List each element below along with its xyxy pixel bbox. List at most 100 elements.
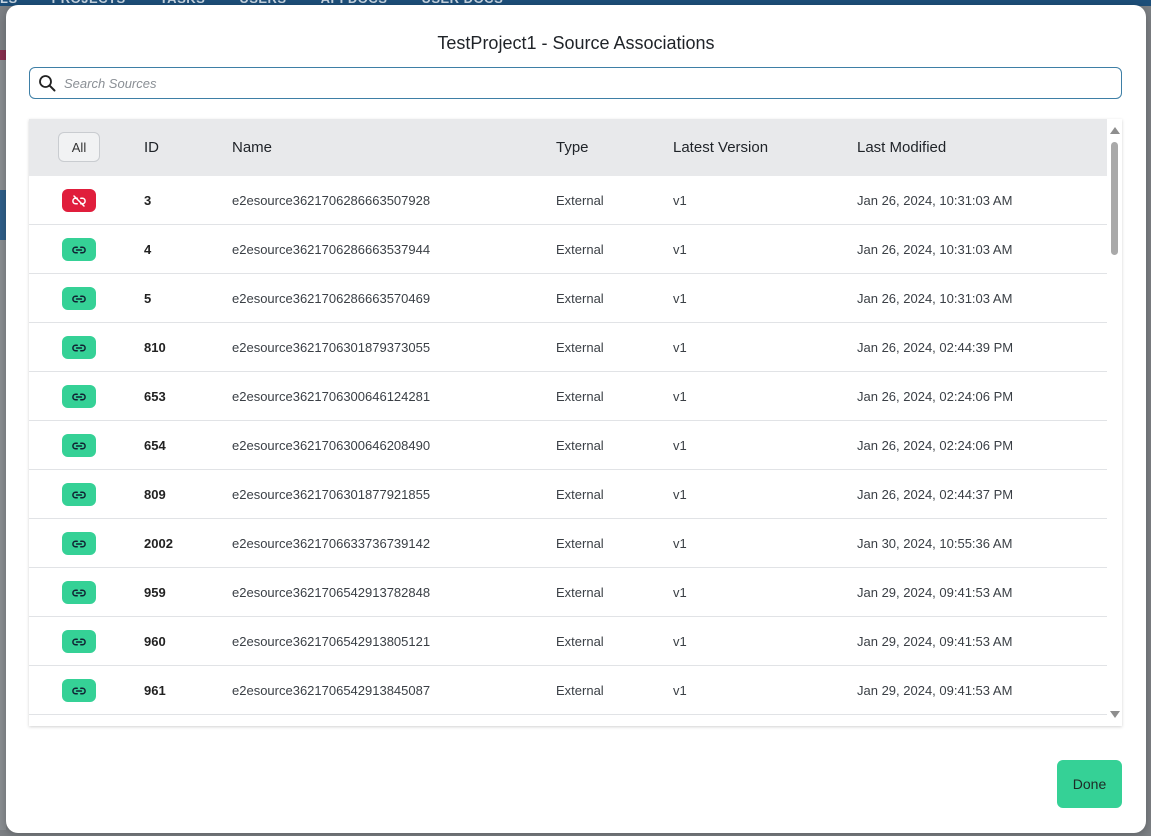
table-row: 809 e2esource3621706301877921855 External v… (29, 470, 1107, 519)
search-input[interactable] (64, 69, 1121, 97)
cell-type: External (556, 634, 604, 649)
link-icon (71, 342, 87, 354)
cell-type: External (556, 291, 604, 306)
link-icon (71, 538, 87, 550)
scroll-up-arrow-icon[interactable] (1110, 127, 1120, 134)
disassociate-source-button[interactable] (62, 287, 96, 310)
cell-id: 809 (144, 487, 166, 502)
cell-type: External (556, 585, 604, 600)
cell-name: e2esource3621706286663537944 (232, 242, 431, 257)
table-row: 3 e2esource3621706286663507928 External v1 J… (29, 176, 1107, 225)
cell-last-modified: Jan 26, 2024, 02:24:06 PM (857, 389, 1014, 404)
cell-last-modified: Jan 26, 2024, 02:24:06 PM (857, 438, 1014, 453)
scroll-thumb[interactable] (1111, 142, 1118, 255)
cell-name: e2esource3621706301877921855 (232, 487, 431, 502)
cell-type: External (556, 340, 604, 355)
cell-last-modified: Jan 30, 2024, 10:55:36 AM (857, 536, 1013, 551)
cell-latest-version: v1 (673, 389, 687, 404)
cell-id: 960 (144, 634, 166, 649)
table-row: 961 e2esource3621706542913845087 External v… (29, 666, 1107, 715)
cell-name: e2esource3621706633736739142 (232, 536, 431, 551)
cell-type: External (556, 193, 604, 208)
cell-id: 654 (144, 438, 166, 453)
cell-name: e2esource3621706300646124281 (232, 389, 431, 404)
cell-type: External (556, 487, 604, 502)
disassociate-source-button[interactable] (62, 238, 96, 261)
disassociate-source-button[interactable] (62, 434, 96, 457)
disassociate-source-button[interactable] (62, 336, 96, 359)
cell-type: External (556, 389, 604, 404)
link-icon (71, 293, 87, 305)
cell-latest-version: v1 (673, 291, 687, 306)
table-header: All ID Name Type Latest Version Last Mod… (29, 119, 1107, 176)
cell-latest-version: v1 (673, 634, 687, 649)
cell-name: e2esource3621706542913845087 (232, 683, 431, 698)
table-row: 654 e2esource3621706300646208490 External v… (29, 421, 1107, 470)
cell-last-modified: Jan 26, 2024, 10:31:03 AM (857, 193, 1013, 208)
link-icon (71, 636, 87, 648)
associate-source-button[interactable] (62, 189, 96, 212)
column-header-id[interactable]: ID (144, 119, 159, 176)
cell-latest-version: v1 (673, 536, 687, 551)
cell-type: External (556, 536, 604, 551)
disassociate-source-button[interactable] (62, 483, 96, 506)
cell-id: 3 (144, 193, 152, 208)
sources-table: All ID Name Type Latest Version Last Mod… (29, 119, 1122, 726)
cell-name: e2esource3621706286663507928 (232, 193, 431, 208)
cell-name: e2esource3621706286663570469 (232, 291, 431, 306)
cell-last-modified: Jan 29, 2024, 09:41:53 AM (857, 585, 1013, 600)
table-row: 2002 e2esource3621706633736739142 External… (29, 519, 1107, 568)
link-icon (71, 391, 87, 403)
link-icon (71, 489, 87, 501)
link-icon (71, 587, 87, 599)
cell-type: External (556, 242, 604, 257)
column-header-type[interactable]: Type (556, 119, 589, 176)
disassociate-source-button[interactable] (62, 630, 96, 653)
cell-last-modified: Jan 26, 2024, 02:44:37 PM (857, 487, 1014, 502)
disassociate-source-button[interactable] (62, 679, 96, 702)
scroll-down-arrow-icon[interactable] (1110, 711, 1120, 718)
cell-name: e2esource3621706300646208490 (232, 438, 431, 453)
cell-latest-version: v1 (673, 585, 687, 600)
table-row: 959 e2esource3621706542913782848 External v… (29, 568, 1107, 617)
disassociate-source-button[interactable] (62, 532, 96, 555)
cell-last-modified: Jan 29, 2024, 09:41:53 AM (857, 683, 1013, 698)
table-row: 653 e2esource3621706300646124281 External v… (29, 372, 1107, 421)
column-header-latest-version[interactable]: Latest Version (673, 119, 768, 176)
cell-latest-version: v1 (673, 193, 687, 208)
link-icon (71, 440, 87, 452)
disassociate-source-button[interactable] (62, 581, 96, 604)
cell-last-modified: Jan 29, 2024, 09:41:53 AM (857, 634, 1013, 649)
column-header-last-modified[interactable]: Last Modified (857, 119, 946, 176)
cell-last-modified: Jan 26, 2024, 02:44:39 PM (857, 340, 1014, 355)
cell-id: 653 (144, 389, 166, 404)
disassociate-source-button[interactable] (62, 385, 96, 408)
table-row: 5 e2esource3621706286663570469 External v1 J… (29, 274, 1107, 323)
cell-latest-version: v1 (673, 683, 687, 698)
dialog-title: TestProject1 - Source Associations (437, 33, 715, 53)
select-all-button[interactable]: All (58, 132, 100, 162)
cell-id: 5 (144, 291, 152, 306)
table-row: 810 e2esource3621706301879373055 External v… (29, 323, 1107, 372)
cell-latest-version: v1 (673, 242, 687, 257)
unlink-icon (71, 194, 87, 207)
cell-last-modified: Jan 26, 2024, 10:31:03 AM (857, 242, 1013, 257)
search-icon (30, 68, 64, 98)
cell-latest-version: v1 (673, 438, 687, 453)
cell-latest-version: v1 (673, 340, 687, 355)
cell-name: e2esource3621706301879373055 (232, 340, 431, 355)
cell-type: External (556, 683, 604, 698)
column-header-name[interactable]: Name (232, 119, 272, 176)
cell-name: e2esource3621706542913805121 (232, 634, 431, 649)
cell-id: 2002 (144, 536, 173, 551)
cell-id: 959 (144, 585, 166, 600)
cell-id: 4 (144, 242, 152, 257)
table-scrollbar[interactable] (1107, 119, 1122, 726)
cell-latest-version: v1 (673, 487, 687, 502)
done-button[interactable]: Done (1057, 760, 1122, 808)
cell-id: 961 (144, 683, 166, 698)
link-icon (71, 685, 87, 697)
table-body: 3 e2esource3621706286663507928 External v1 J… (29, 176, 1107, 715)
search-box[interactable] (29, 67, 1122, 99)
cell-name: e2esource3621706542913782848 (232, 585, 431, 600)
